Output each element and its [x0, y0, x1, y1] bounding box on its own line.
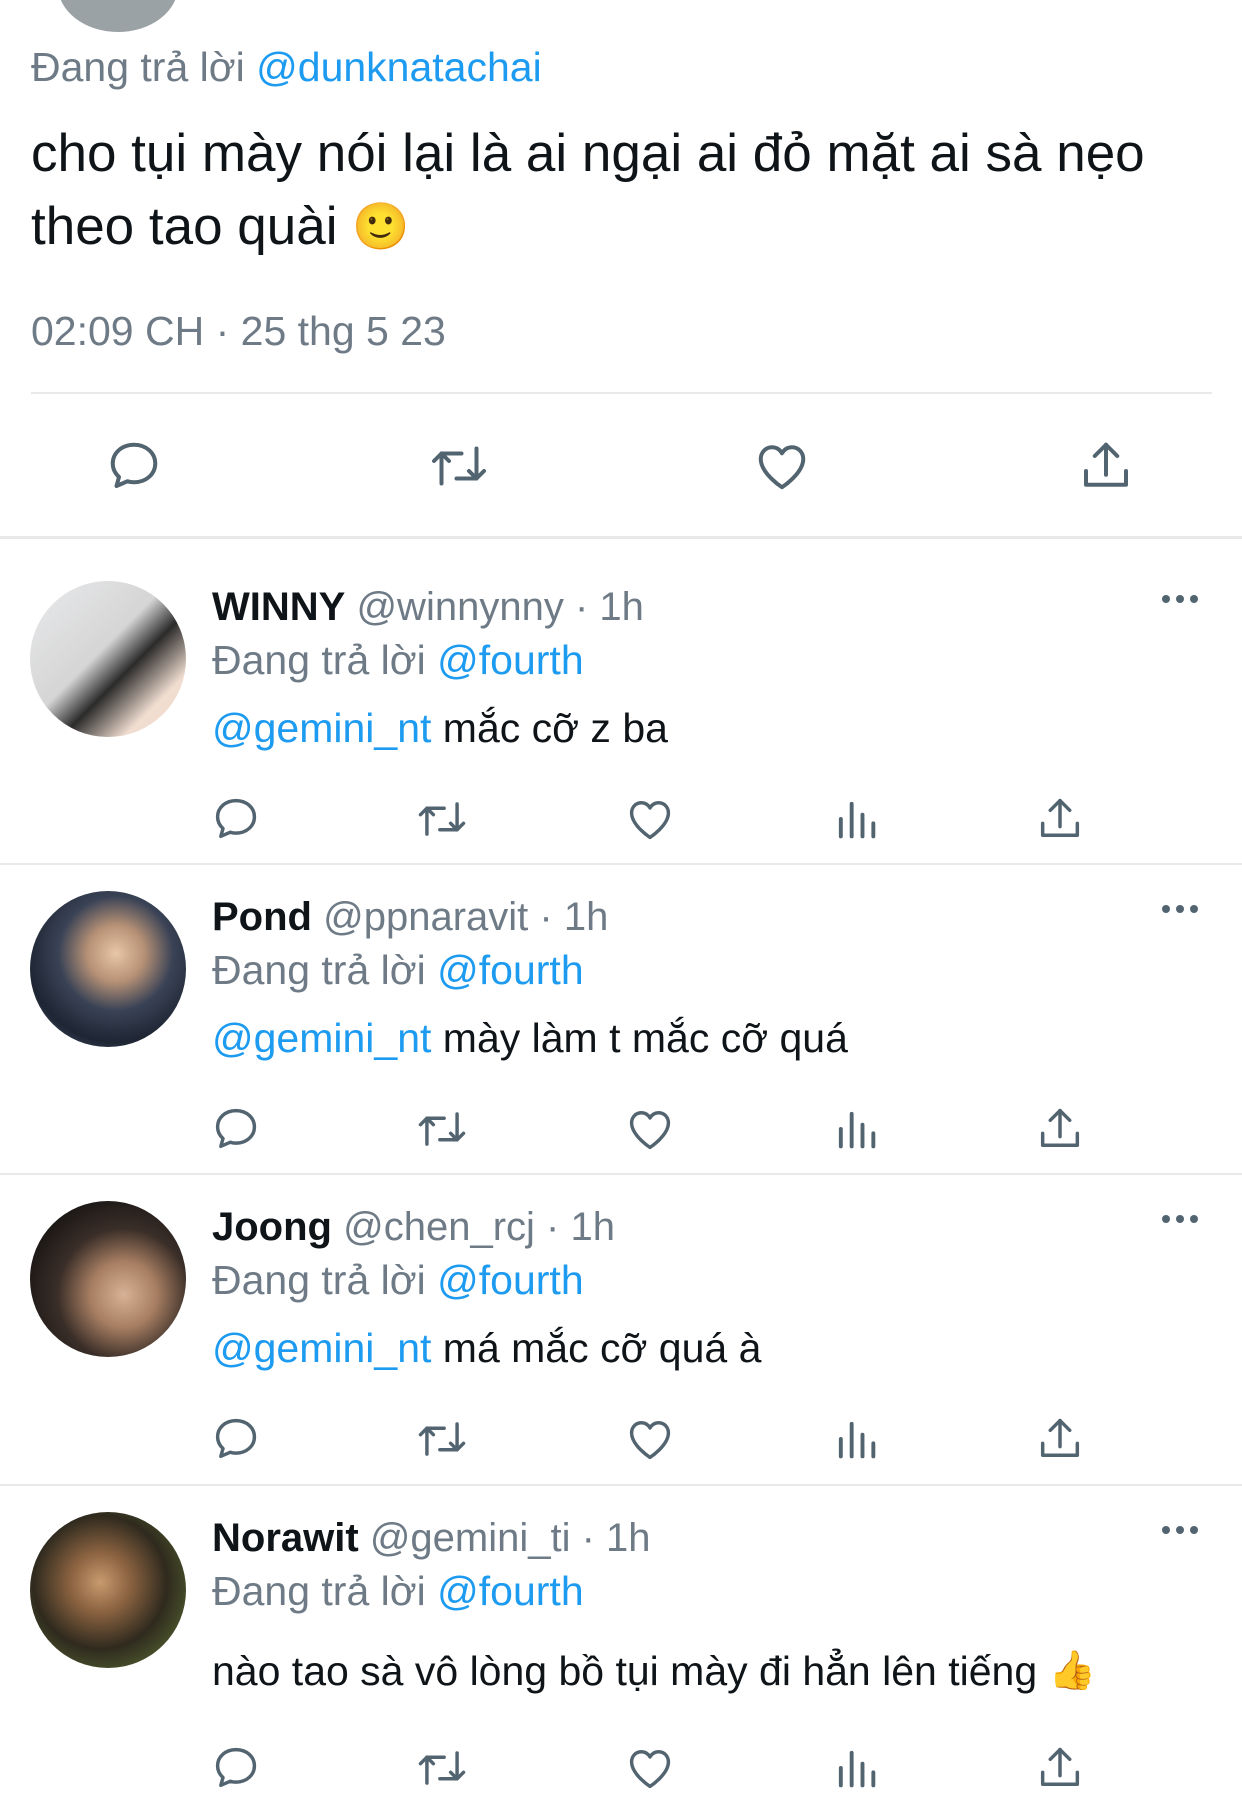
replying-prefix: Đang trả lời	[212, 947, 426, 993]
reply-body: mày làm t mắc cỡ quá	[431, 1015, 848, 1061]
share-icon[interactable]	[1034, 1103, 1086, 1155]
user-handle[interactable]: @gemini_ti	[370, 1516, 571, 1560]
like-icon[interactable]	[752, 436, 812, 496]
replying-prefix: Đang trả lời	[31, 44, 245, 90]
like-icon[interactable]	[624, 1103, 676, 1155]
replying-to: Đang trả lời @fourth	[212, 1257, 584, 1304]
relative-time: · 1h	[581, 1516, 651, 1560]
display-name[interactable]: Pond	[212, 895, 312, 939]
replying-handle-link[interactable]: @fourth	[437, 1257, 583, 1303]
main-tweet-text: cho tụi mày nói lại là ai ngại ai đỏ mặt…	[31, 118, 1221, 263]
analytics-icon[interactable]	[830, 1742, 882, 1794]
retweet-icon[interactable]	[414, 793, 466, 845]
more-options-icon[interactable]	[1158, 589, 1202, 609]
reply-header: WINNY @winnynny · 1h	[212, 585, 644, 630]
reply-text: @gemini_nt mắc cỡ z ba	[212, 705, 668, 752]
share-icon[interactable]	[1076, 436, 1136, 496]
replying-handle-link[interactable]: @dunknatachai	[256, 44, 542, 90]
reply-header: Joong @chen_rcj · 1h	[212, 1205, 615, 1250]
retweet-icon[interactable]	[426, 436, 486, 496]
replying-prefix: Đang trả lời	[212, 1568, 426, 1614]
list-item[interactable]: Norawit @gemini_ti · 1h Đang trả lời @fo…	[0, 1472, 1242, 1819]
mention-link[interactable]: @gemini_nt	[212, 1325, 431, 1371]
like-icon[interactable]	[624, 1742, 676, 1794]
relative-time: · 1h	[546, 1205, 615, 1249]
relative-time: · 1h	[539, 895, 609, 939]
main-replying-to: Đang trả lời @dunknatachai	[31, 44, 542, 91]
user-handle[interactable]: @ppnaravit	[323, 895, 528, 939]
mention-link[interactable]: @gemini_nt	[212, 1015, 431, 1061]
like-icon[interactable]	[624, 1413, 676, 1465]
replying-handle-link[interactable]: @fourth	[437, 637, 583, 683]
avatar[interactable]	[30, 891, 186, 1047]
retweet-icon[interactable]	[414, 1413, 466, 1465]
reply-text: nào tao sà vô lòng bồ tụi mày đi hẳn lên…	[212, 1648, 1096, 1695]
retweet-icon[interactable]	[414, 1103, 466, 1155]
analytics-icon[interactable]	[830, 1103, 882, 1155]
original-tweet-avatar[interactable]	[58, 0, 178, 32]
replying-handle-link[interactable]: @fourth	[437, 947, 583, 993]
avatar[interactable]	[30, 1201, 186, 1357]
user-handle[interactable]: @chen_rcj	[343, 1205, 535, 1249]
thumbs-up-emoji: 👍	[1048, 1650, 1096, 1692]
like-icon[interactable]	[624, 793, 676, 845]
list-item[interactable]: Pond @ppnaravit · 1h Đang trả lời @fourt…	[0, 851, 1242, 1173]
reply-icon[interactable]	[210, 793, 262, 845]
reply-body: má mắc cỡ quá à	[431, 1325, 762, 1371]
share-icon[interactable]	[1034, 1413, 1086, 1465]
share-icon[interactable]	[1034, 1742, 1086, 1794]
avatar[interactable]	[30, 581, 186, 737]
more-options-icon[interactable]	[1158, 899, 1202, 919]
display-name[interactable]: WINNY	[212, 585, 345, 629]
divider	[31, 392, 1212, 394]
analytics-icon[interactable]	[830, 793, 882, 845]
reply-body: mắc cỡ z ba	[431, 705, 668, 751]
replying-prefix: Đang trả lời	[212, 637, 426, 683]
relative-time: · 1h	[574, 585, 644, 629]
reply-header: Norawit @gemini_ti · 1h	[212, 1516, 651, 1561]
mention-link[interactable]: @gemini_nt	[212, 705, 431, 751]
list-item[interactable]: Joong @chen_rcj · 1h Đang trả lời @fourt…	[0, 1161, 1242, 1483]
divider	[0, 536, 1242, 539]
replying-prefix: Đang trả lời	[212, 1257, 426, 1303]
more-options-icon[interactable]	[1158, 1520, 1202, 1540]
replying-handle-link[interactable]: @fourth	[437, 1568, 583, 1614]
replying-to: Đang trả lời @fourth	[212, 637, 584, 684]
reply-header: Pond @ppnaravit · 1h	[212, 895, 608, 940]
reply-body: nào tao sà vô lòng bồ tụi mày đi hẳn lên…	[212, 1648, 1038, 1694]
reply-icon[interactable]	[210, 1413, 262, 1465]
display-name[interactable]: Norawit	[212, 1516, 359, 1560]
reply-icon[interactable]	[104, 436, 164, 496]
share-icon[interactable]	[1034, 793, 1086, 845]
reply-icon[interactable]	[210, 1742, 262, 1794]
reply-icon[interactable]	[210, 1103, 262, 1155]
main-tweet-timestamp[interactable]: 02:09 CH · 25 thg 5 23	[31, 308, 446, 355]
retweet-icon[interactable]	[414, 1742, 466, 1794]
list-item[interactable]: WINNY @winnynny · 1h Đang trả lời @fourt…	[0, 541, 1242, 863]
avatar[interactable]	[30, 1512, 186, 1668]
main-tweet-body: cho tụi mày nói lại là ai ngại ai đỏ mặt…	[31, 124, 1145, 256]
analytics-icon[interactable]	[830, 1413, 882, 1465]
slightly-smiling-face-emoji: 🙂	[352, 200, 410, 252]
replying-to: Đang trả lời @fourth	[212, 1568, 584, 1615]
reply-text: @gemini_nt mày làm t mắc cỡ quá	[212, 1015, 848, 1062]
replying-to: Đang trả lời @fourth	[212, 947, 584, 994]
reply-text: @gemini_nt má mắc cỡ quá à	[212, 1325, 761, 1372]
user-handle[interactable]: @winnynny	[356, 585, 563, 629]
display-name[interactable]: Joong	[212, 1205, 332, 1249]
more-options-icon[interactable]	[1158, 1209, 1202, 1229]
